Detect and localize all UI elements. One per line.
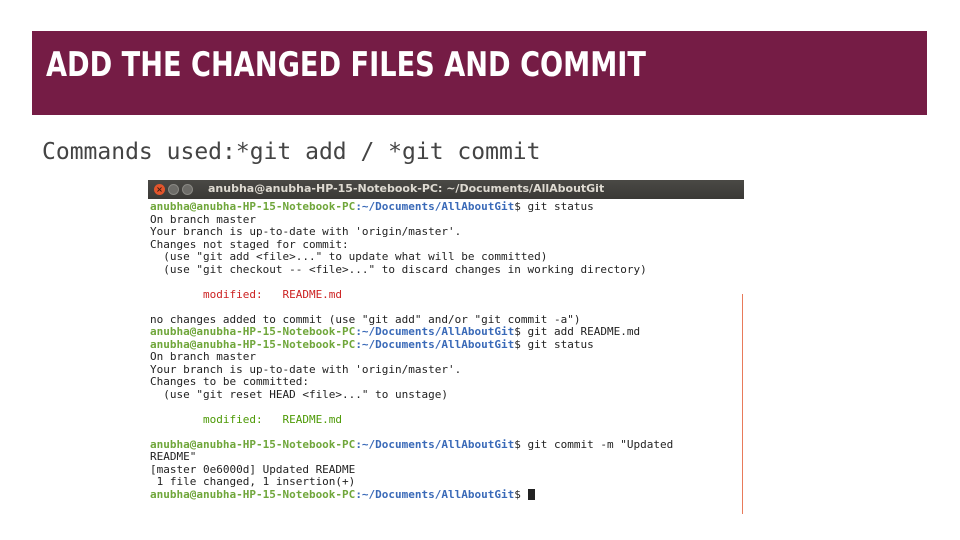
command-text: $ git status (514, 201, 594, 213)
terminal-line: anubha@anubha-HP-15-Notebook-PC:~/Docume… (150, 437, 742, 452)
command-text: $ (514, 487, 528, 501)
staged-modified-line: modified: README.md (150, 412, 343, 426)
terminal-line: Your branch is up-to-date with 'origin/m… (150, 225, 462, 238)
terminal-line: On branch master (150, 350, 256, 363)
prompt-user: anubha@anubha-HP-15-Notebook-PC (150, 337, 356, 351)
terminal-output[interactable]: anubha@anubha-HP-15-Notebook-PC:~/Docume… (150, 201, 742, 514)
command-text: $ git commit -m "Updated (514, 437, 674, 451)
terminal-line: (use "git add <file>..." to update what … (150, 250, 548, 263)
terminal-titlebar: × anubha@anubha-HP-15-Notebook-PC: ~/Doc… (148, 180, 744, 199)
prompt-user: anubha@anubha-HP-15-Notebook-PC (150, 437, 356, 451)
slide-subtitle: Commands used:*git add / *git commit (42, 139, 541, 165)
close-icon: × (156, 185, 163, 194)
prompt-user: anubha@anubha-HP-15-Notebook-PC (150, 325, 356, 338)
prompt-path: :~/Documents/AllAboutGit (355, 437, 515, 451)
prompt-user: anubha@anubha-HP-15-Notebook-PC (150, 201, 356, 213)
terminal-scroll-edge (742, 294, 743, 514)
slide-title: Add the changed files and commit (46, 45, 646, 85)
minimize-window-button[interactable] (168, 184, 179, 195)
terminal-line: README" (150, 450, 197, 463)
terminal-line: (use "git checkout -- <file>..." to disc… (150, 262, 647, 276)
slide-title-bar: Add the changed files and commit (32, 31, 927, 115)
unstaged-modified-line: modified: README.md (150, 287, 343, 301)
prompt-path: :~/Documents/AllAboutGit (355, 325, 515, 338)
terminal-line: (use "git reset HEAD <file>..." to unsta… (150, 387, 449, 401)
terminal-line: anubha@anubha-HP-15-Notebook-PC:~/Docume… (150, 487, 742, 502)
prompt-path: :~/Documents/AllAboutGit (355, 337, 515, 351)
maximize-window-button[interactable] (182, 184, 193, 195)
close-window-button[interactable]: × (154, 184, 165, 195)
command-text: $ git status (514, 337, 594, 351)
terminal-screenshot: × anubha@anubha-HP-15-Notebook-PC: ~/Doc… (148, 180, 744, 516)
terminal-line: anubha@anubha-HP-15-Notebook-PC:~/Docume… (150, 201, 742, 214)
command-text: $ git add README.md (514, 325, 641, 338)
prompt-path: :~/Documents/AllAboutGit (355, 487, 515, 501)
terminal-cursor (527, 488, 535, 500)
prompt-user: anubha@anubha-HP-15-Notebook-PC (150, 487, 356, 501)
prompt-path: :~/Documents/AllAboutGit (355, 201, 515, 213)
terminal-window-title: anubha@anubha-HP-15-Notebook-PC: ~/Docum… (208, 182, 605, 195)
terminal-line: Changes to be committed: (150, 375, 309, 388)
